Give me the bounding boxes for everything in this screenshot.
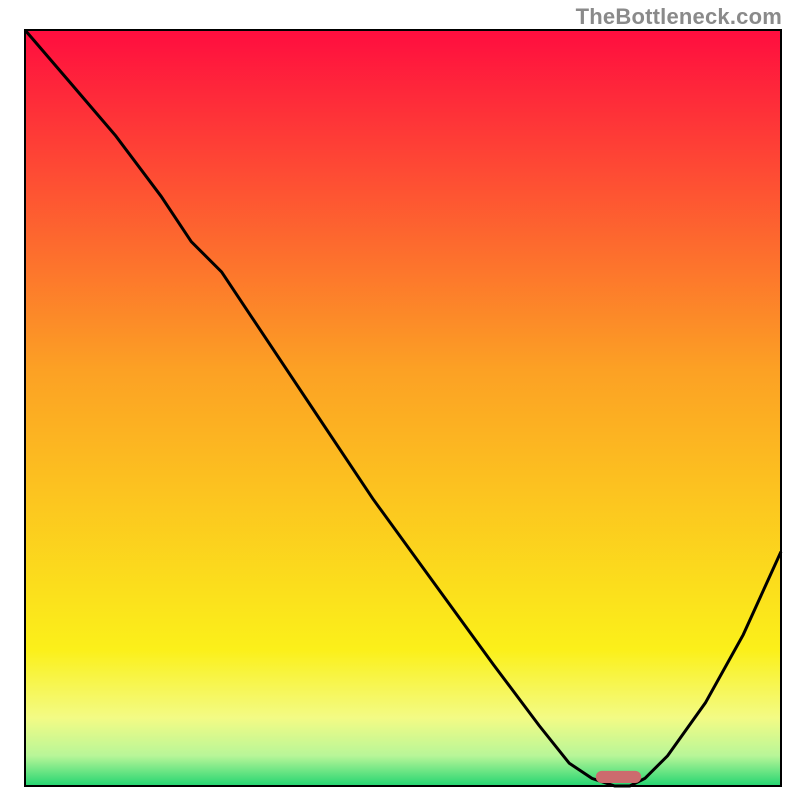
bottleneck-chart	[0, 0, 800, 800]
plot-background	[25, 30, 781, 786]
optimal-marker	[596, 771, 641, 783]
